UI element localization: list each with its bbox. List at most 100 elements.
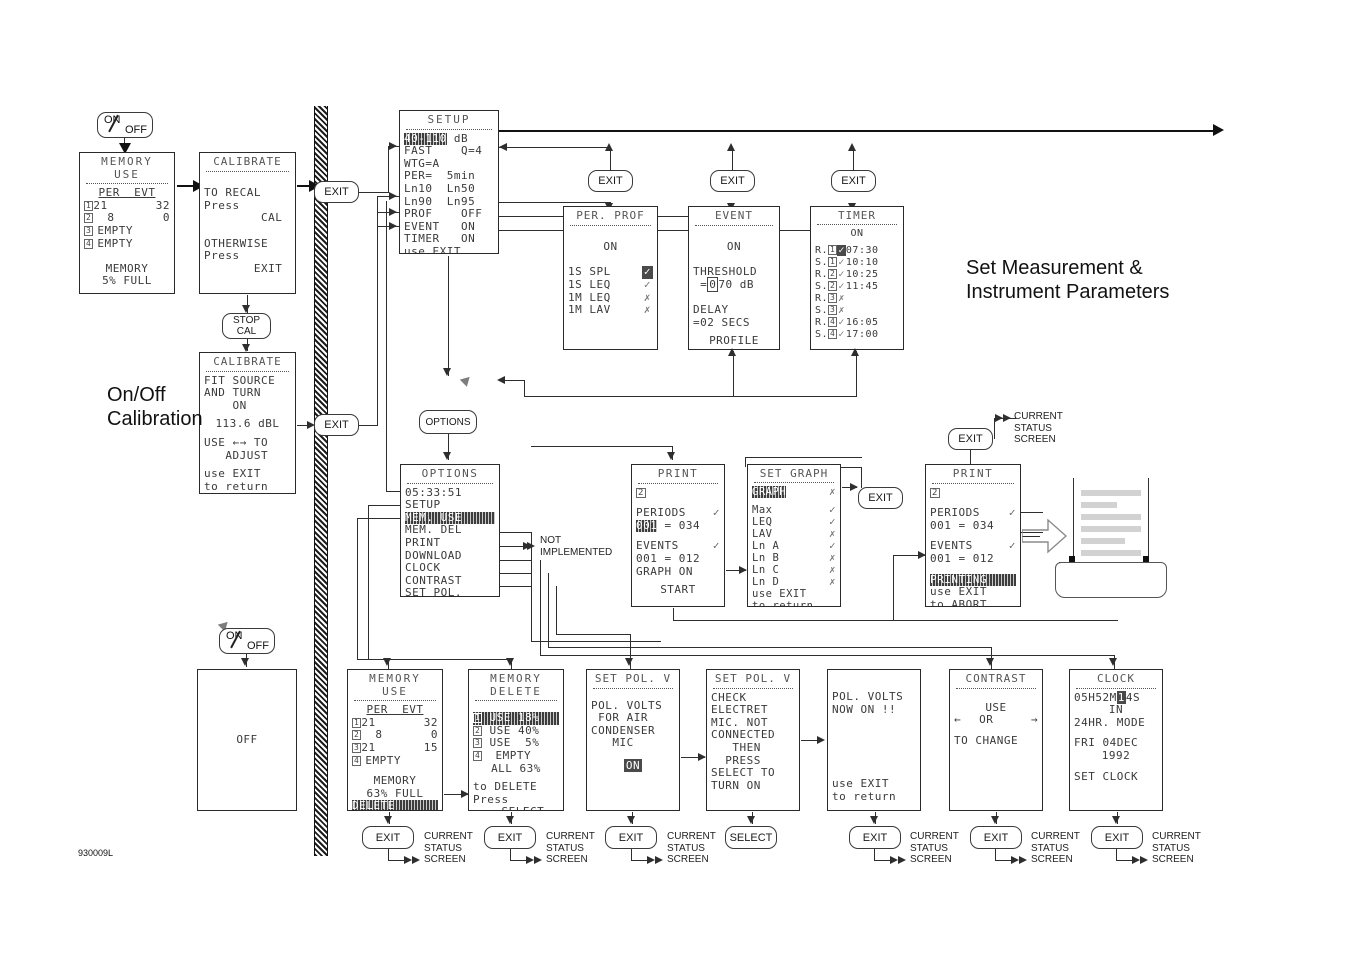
conn-setup-to-exit-row [499,147,609,149]
current-status-line2: STATUS [546,842,584,854]
screen-contrast[interactable]: CONTRAST USE ← OR → TO CHANGE [949,669,1043,811]
screen-pol-volts-on[interactable]: POL. VOLTS NOW ON !! use EXIT to return [827,669,921,811]
screen-title-line2: USE [114,167,140,181]
printout-paper [1073,478,1149,563]
setup-line-weighting-speed[interactable]: FAST Q=4 [404,145,494,158]
timer-row[interactable]: S. 2 ✓11:45 [815,281,899,293]
exit-key-per-prof[interactable]: EXIT [588,170,633,192]
screen-memory-use-top[interactable]: MEMORY USE PER EVT 1 21 32 280 3 EMPTY 4 EMP… [79,152,175,294]
screen-options[interactable]: OPTIONS 05:33:51 SETUP MEM. USE MEM. DEL… [400,464,500,597]
setgraph-row[interactable]: Ln B ✗ [752,552,836,564]
setgraph-row[interactable]: Ln A ✓ [752,540,836,552]
screen-clock[interactable]: CLOCK 05H52M14S IN 24HR. MODE FRI 04DEC … [1069,669,1163,811]
exit-key-calibrate[interactable]: EXIT [314,181,359,203]
exit-key-clock[interactable]: EXIT [1091,826,1143,849]
screen-print-setup[interactable]: PRINT 2 PERIODS ✓ 001 = 034 EVENTS ✓ 001 =… [631,464,725,607]
per-prof-row[interactable]: 1M LAV ✗ [568,303,653,317]
timer-row[interactable]: S. 1 ✓10:10 [815,257,899,269]
screen-title: CALIBRATE [213,355,282,368]
screen-event[interactable]: EVENT ON THRESHOLD = 0 70 dB DELAY =02 SEC… [688,206,780,350]
screen-set-graph[interactable]: SET GRAPH GRAPH ✗ Max ✓ LEQ ✓ LAV ✗ Ln A ✓ Ln… [747,464,841,607]
event-threshold-value[interactable]: = 0 70 dB [693,276,775,292]
title-rule [817,223,897,225]
event-delay-value[interactable]: =02 SECS [693,316,775,330]
setgraph-row[interactable]: LAV ✗ [752,528,836,540]
print-events-range[interactable]: 001 = 012 [636,552,720,566]
on-off-key-top[interactable]: ON OFF [97,112,153,138]
screen-set-pol-1[interactable]: SET POL. V POL. VOLTS FOR AIR CONDENSER … [586,669,680,811]
arrow-right [655,856,663,864]
timer-row[interactable]: R. 1 ✓07:30 [815,245,899,257]
screen-calibrate-adjust[interactable]: CALIBRATE FIT SOURCE AND TURN ON 113.6 d… [199,352,296,494]
setgraph-header-row[interactable]: GRAPH ✗ [752,486,836,498]
exit-key-set-pol[interactable]: EXIT [605,826,657,849]
exit-key-print[interactable]: EXIT [948,428,993,450]
exit-key-contrast[interactable]: EXIT [970,826,1022,849]
setpol2-line: THEN [711,740,761,754]
select-key[interactable]: SELECT [725,826,777,849]
conn-contrast-down [548,573,550,647]
conn-print-bottom-bus [673,620,1118,622]
on-off-key-bottom[interactable]: ON OFF [219,628,275,654]
clock-mode[interactable]: 24HR. MODE [1074,716,1158,730]
menu-item-setup[interactable]: SETUP [405,499,495,512]
clock-set-action[interactable]: SET CLOCK [1074,770,1158,784]
menu-item-set-pol[interactable]: SET POL. [405,587,495,596]
menu-item-print[interactable]: PRINT [405,536,495,550]
timer-row[interactable]: R. 3 ✗ [815,293,899,305]
screen-calibrate-recall[interactable]: CALIBRATE TO RECAL Press CAL OTHERWISE P… [199,152,296,294]
screen-off[interactable]: OFF [197,669,297,811]
exit-key-event[interactable]: EXIT [710,170,755,192]
setpol-state-row[interactable]: ON [591,758,675,773]
print-store[interactable]: 2 [636,487,720,500]
menu-item-clock[interactable]: CLOCK [405,562,495,575]
setgraph-row[interactable]: Max ✓ [752,504,836,516]
screen-timer[interactable]: TIMER ON R. 1 ✓07:30 S. 1 ✓10:10 R. 2 ✓10:25 S… [810,206,904,350]
setgraph-row[interactable]: Ln C ✗ [752,564,836,576]
print-graph-toggle[interactable]: GRAPH ON [636,565,720,579]
screen-print-progress[interactable]: PRINT 2 PERIODS ✓ 001 = 034 EVENTS ✓ 001 =… [925,464,1021,607]
contrast-change: TO CHANGE [954,733,1019,747]
print-start-button[interactable]: START [636,584,720,597]
exit-key-calibrate2[interactable]: EXIT [314,414,359,436]
setup-line-prof[interactable]: PROF OFF [404,208,494,221]
left-arrow-icon[interactable]: ← [954,713,961,726]
screen-set-pol-2[interactable]: SET POL. V CHECK ELECTRET MIC. NOT CONNE… [706,669,800,811]
options-key[interactable]: OPTIONS [419,410,477,434]
screen-per-prof[interactable]: PER. PROF ON 1S SPL ✓ 1S LEQ ✓ 1M LEQ ✗ 1M … [563,206,658,350]
conn-memdel-jog [357,659,512,661]
screen-setup[interactable]: SETUP 40-110 dB FAST Q=4 WTG=A PER= 5min… [399,110,499,254]
memdel-all[interactable]: ALL 63% [473,762,559,776]
timer-row[interactable]: R. 2 ✓10:25 [815,269,899,281]
arrow-right [1213,124,1224,136]
setup-line-ln-a[interactable]: Ln10 Ln50 [404,182,494,196]
timer-row[interactable]: R. 4 ✓16:05 [815,317,899,329]
setgraph-row[interactable]: LEQ ✓ [752,516,836,528]
arrow-up [728,348,736,356]
print-periods-range[interactable]: 001 = 034 [636,519,720,533]
calibrate-line: CAL [204,211,283,225]
memory-delete-action[interactable]: DELETE [352,800,438,810]
timer-row[interactable]: S. 4 ✓17:00 [815,329,899,341]
setgraph-row[interactable]: Ln D ✗ [752,576,836,588]
timer-index: 3 [828,305,838,315]
exit-key-timer[interactable]: EXIT [831,170,876,192]
exit-key-set-graph[interactable]: EXIT [858,487,903,509]
print-store[interactable]: 2 [930,487,1016,500]
conn-print-right [500,532,532,534]
contrast-arrows[interactable]: ← OR → [954,713,1038,727]
screen-memory-delete[interactable]: MEMORY DELETE 1 USE 18% 2 USE 40% 3 USE … [468,669,564,811]
exit-key-memory-delete[interactable]: EXIT [484,826,536,849]
exit-label: EXIT [618,831,644,844]
per-value: 8 [107,211,115,225]
screen-title: PRINT [952,467,994,480]
timer-row[interactable]: S. 3 ✗ [815,305,899,317]
exit-key-pol-on[interactable]: EXIT [849,826,901,849]
memdel-row[interactable]: 4 EMPTY [473,749,559,763]
stop-cal-key[interactable]: STOP CAL [222,313,271,339]
screen-memory-use-bottom[interactable]: MEMORY USE PER EVT 1 21 32 280 3 21 15 4 EMPT… [347,669,443,811]
arrow-right [389,208,397,216]
exit-key-memory-use[interactable]: EXIT [362,826,414,849]
printer-body [1055,562,1167,598]
right-arrow-icon[interactable]: → [1031,714,1038,727]
